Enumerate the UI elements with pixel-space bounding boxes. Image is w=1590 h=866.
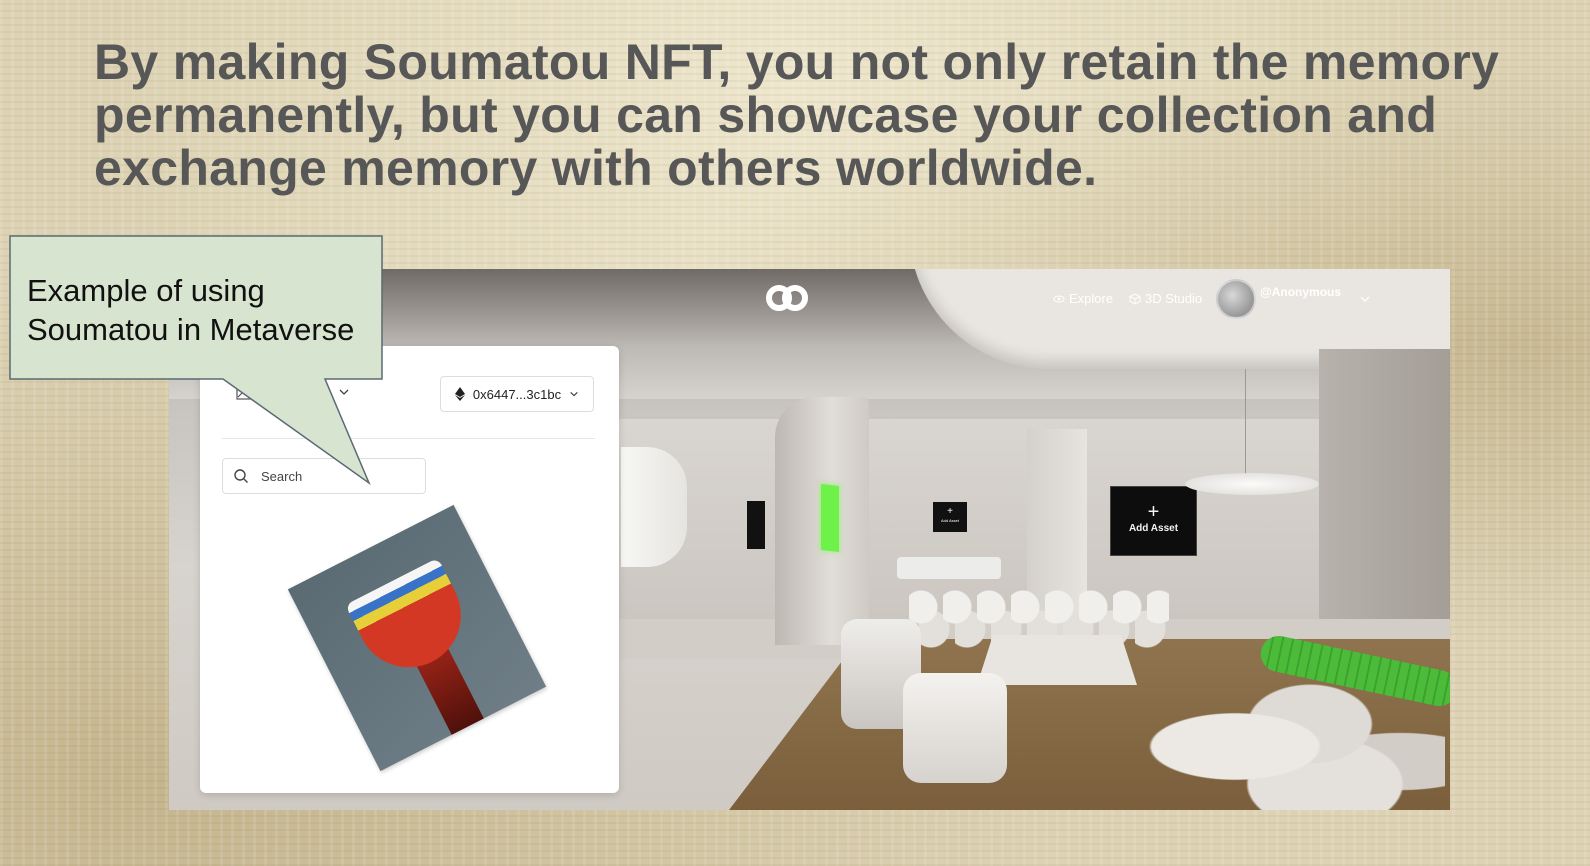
callout-text: Example of using Soumatou in Metaverse xyxy=(27,273,355,347)
bed xyxy=(897,557,1001,579)
add-asset-frame[interactable]: + Add Asset xyxy=(1110,486,1197,556)
pendant-lamp xyxy=(1185,473,1319,495)
callout-bubble: Example of using Soumatou in Metaverse xyxy=(9,235,390,486)
green-display-screen[interactable] xyxy=(821,484,839,552)
avatar[interactable] xyxy=(1216,279,1256,319)
add-asset-plus: + xyxy=(1147,501,1160,523)
nav-studio-label: 3D Studio xyxy=(1145,291,1203,306)
nav-explore-label: Explore xyxy=(1069,291,1114,306)
nav-3d-studio[interactable]: 3D Studio xyxy=(1129,291,1202,306)
user-handle[interactable]: @Anonymous xyxy=(1260,285,1341,299)
small-frame-plus: + xyxy=(947,506,953,517)
logo-icon[interactable] xyxy=(765,283,809,319)
nav-explore[interactable]: Explore xyxy=(1053,291,1113,306)
add-asset-label: Add Asset xyxy=(1128,523,1179,534)
slide-headline: By making Soumatou NFT, you not only ret… xyxy=(94,34,1500,196)
eye-icon xyxy=(1053,295,1065,302)
chevron-down-icon[interactable] xyxy=(1359,293,1371,305)
wall-frame-small[interactable]: + Add Asset xyxy=(933,502,967,532)
logo-icon-glyph xyxy=(766,285,808,311)
cube-icon xyxy=(1129,292,1141,305)
wallet-select-label: 0x6447...3c1bc xyxy=(472,386,562,402)
wallet-select-button[interactable]: 0x6447...3c1bc xyxy=(440,376,594,412)
nft-card[interactable] xyxy=(287,504,547,772)
ethereum-icon xyxy=(454,387,465,401)
user-wallet-address: 0x64478fc1bc67... xyxy=(1260,300,1334,310)
chevron-down-icon xyxy=(570,391,578,397)
nft-cup xyxy=(345,557,479,686)
window xyxy=(621,447,687,567)
wall-frame-left[interactable] xyxy=(747,501,765,549)
armchair-front xyxy=(903,673,1007,783)
lamp-cord xyxy=(1245,369,1246,479)
poufs xyxy=(1145,679,1445,810)
small-frame-label: Add Asset xyxy=(940,518,959,523)
